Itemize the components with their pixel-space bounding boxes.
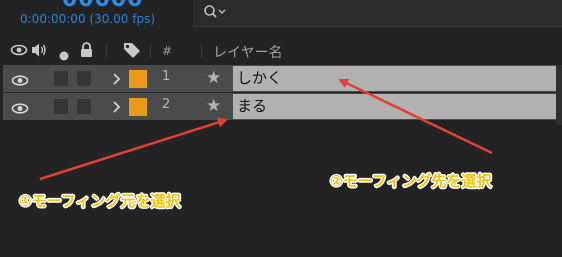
annotation-target: ②モーフィング先を選択: [330, 172, 492, 190]
arrow-to-target-layer: [338, 78, 493, 155]
annotation-source: ①モーフィング元を選択: [19, 192, 181, 210]
annotation-arrows: [39, 78, 493, 181]
arrow-to-source-layer: [39, 117, 228, 181]
